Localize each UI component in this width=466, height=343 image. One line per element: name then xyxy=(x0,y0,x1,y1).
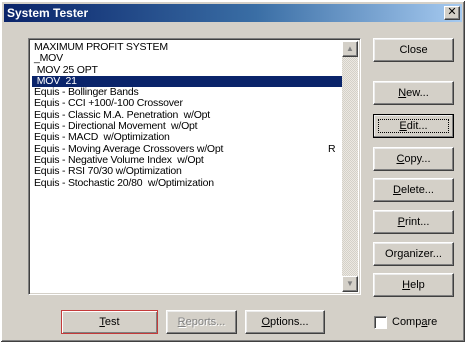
compare-checkbox-control[interactable]: Compare xyxy=(374,315,437,329)
list-item-label: Equis - Stochastic 20/80 w/Optimization xyxy=(34,176,214,189)
reports-button[interactable]: Reports... xyxy=(166,310,237,334)
compare-label-rest: re xyxy=(427,316,438,328)
list-item-label: MOV 21 xyxy=(34,74,77,87)
close-icon[interactable]: ✕ xyxy=(444,6,460,20)
options-accel: O xyxy=(261,316,271,328)
list-item-label: MAXIMUM PROFIT SYSTEM xyxy=(34,41,168,53)
organizer-label: anizer... xyxy=(403,248,442,260)
delete-label: elete... xyxy=(400,184,434,196)
systems-list: MAXIMUM PROFIT SYSTEM _MOV MOV 25 OPT MOV… xyxy=(32,41,344,189)
list-item-label: Equis - Bollinger Bands xyxy=(34,86,139,99)
list-item-mark: R xyxy=(328,142,336,155)
test-button[interactable]: Test xyxy=(61,310,158,334)
list-item[interactable]: MAXIMUM PROFIT SYSTEM xyxy=(32,41,344,53)
list-item-label: Equis - Classic M.A. Penetration w/Opt xyxy=(34,108,211,121)
reports-label: eports... xyxy=(185,316,226,328)
list-item-label: Equis - CCI +100/-100 Crossover xyxy=(34,97,183,110)
new-label: ew... xyxy=(406,87,429,99)
copy-button[interactable]: Copy... xyxy=(373,147,454,171)
test-label: est xyxy=(104,316,120,328)
new-button[interactable]: New... xyxy=(373,81,454,105)
list-item-label: Equis - MACD w/Optimization xyxy=(34,131,170,144)
list-item[interactable]: Equis - Stochastic 20/80 w/Optimization xyxy=(32,176,344,189)
organizer-button[interactable]: Organizer... xyxy=(373,242,454,266)
system-tester-dialog: System Tester ✕ MAXIMUM PROFIT SYSTEM _MO… xyxy=(0,0,466,343)
list-item-label: _MOV xyxy=(34,52,63,65)
delete-button[interactable]: Delete... xyxy=(373,178,454,202)
compare-label-pre: Comp xyxy=(392,316,422,328)
edit-accel: E xyxy=(399,120,407,132)
close-button-label: Close xyxy=(399,44,428,56)
scroll-down-icon[interactable]: ▼ xyxy=(342,276,358,292)
copy-label: opy... xyxy=(404,153,431,165)
list-item-label: Equis - Directional Movement w/Opt xyxy=(34,120,198,133)
help-button[interactable]: Help xyxy=(373,273,454,297)
title-bar[interactable]: System Tester ✕ xyxy=(4,4,462,22)
close-button[interactable]: Close xyxy=(373,38,454,62)
compare-label: Compare xyxy=(392,316,437,328)
print-accel: P xyxy=(397,216,405,228)
help-accel: H xyxy=(402,279,411,291)
reports-accel: R xyxy=(177,316,186,328)
organizer-label-pre: Or xyxy=(385,248,398,260)
list-item[interactable]: MOV 25 OPT xyxy=(32,63,344,76)
list-item-label: Equis - Negative Volume Index w/Opt xyxy=(34,153,204,166)
list-item-label: Equis - RSI 70/30 w/Optimization xyxy=(34,165,182,178)
print-label: rint... xyxy=(404,216,430,228)
systems-listbox[interactable]: MAXIMUM PROFIT SYSTEM _MOV MOV 25 OPT MOV… xyxy=(28,38,361,295)
list-item-label: MOV 25 OPT xyxy=(34,63,98,76)
print-button[interactable]: Print... xyxy=(373,210,454,234)
list-item-label: Equis - Moving Average Crossovers w/Opt xyxy=(34,142,224,155)
edit-label: dit... xyxy=(406,120,428,132)
compare-checkbox[interactable] xyxy=(374,315,387,329)
help-label: elp xyxy=(410,279,425,291)
edit-button[interactable]: Edit... xyxy=(373,114,454,138)
scroll-up-icon[interactable]: ▲ xyxy=(342,41,358,57)
options-button[interactable]: Options... xyxy=(245,310,325,334)
vertical-scrollbar[interactable]: ▲ ▼ xyxy=(342,41,358,292)
new-accel: N xyxy=(398,87,407,99)
options-label: ptions... xyxy=(270,316,309,328)
delete-accel: D xyxy=(393,184,401,196)
window-title: System Tester xyxy=(7,6,89,20)
